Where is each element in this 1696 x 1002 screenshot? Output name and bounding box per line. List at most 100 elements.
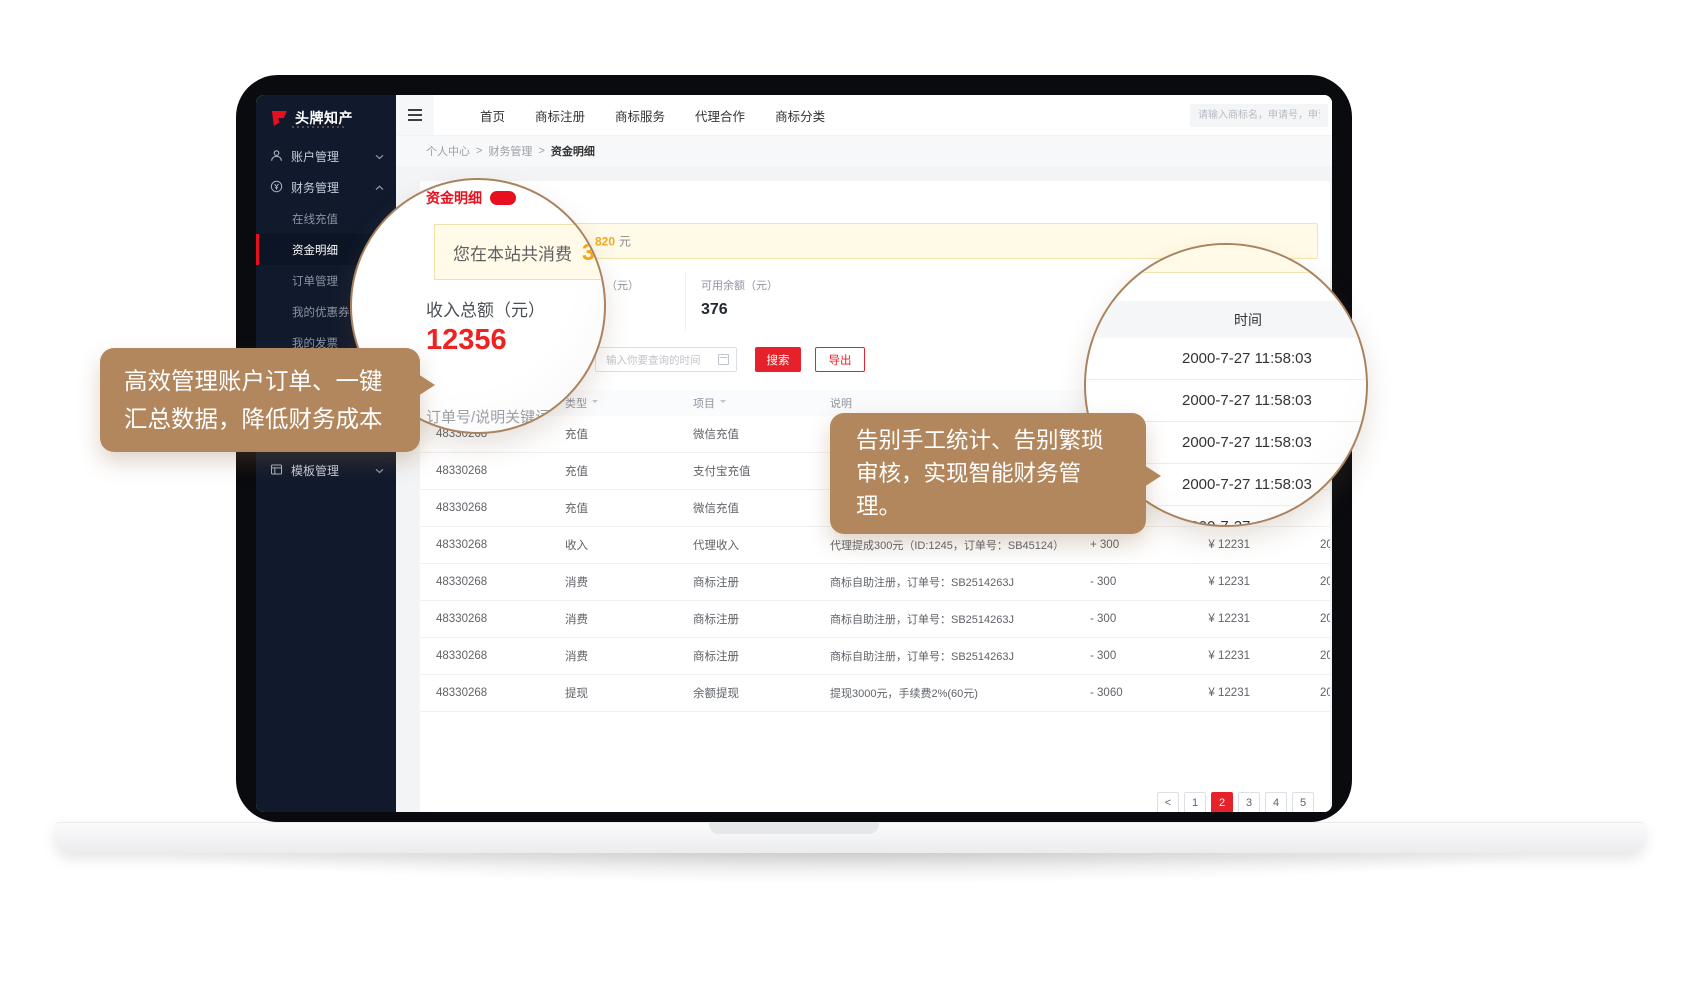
- pagination-page-button[interactable]: 4: [1265, 792, 1287, 812]
- lens-column-header: 订单号/说明关键词: [426, 406, 550, 427]
- cell-time: 2000-7-27 11:58:03: [1320, 613, 1330, 625]
- breadcrumb: 个人中心>财务管理>资金明细: [396, 136, 1332, 166]
- lens-income-value: 12356: [426, 324, 507, 357]
- marketing-canvas: 头牌知产 账户管理财务管理在线充值资金明细订单管理我的优惠券我的发票模板管理 首…: [0, 0, 1696, 1002]
- cell-order: 48330268: [436, 687, 565, 699]
- callout-right: 告别手工统计、告别繁琐审核，实现智能财务管理。: [830, 413, 1146, 534]
- stat-balance-value: 376: [701, 301, 778, 319]
- lens-banner-strip: [1086, 245, 1366, 273]
- cell-order: 48330268: [436, 502, 565, 514]
- brand-logo[interactable]: 头牌知产: [256, 95, 396, 141]
- cell-time: 2000-7-27 11:58:03: [1320, 687, 1330, 699]
- cell-type: 消费: [565, 648, 693, 664]
- cell-time: 2000-7-27 11:58:03: [1320, 650, 1330, 662]
- cell-order: 48330268: [436, 539, 565, 551]
- banner-tail-unit: 元: [619, 235, 631, 249]
- breadcrumb-item[interactable]: 个人中心: [426, 143, 470, 159]
- laptop-hinge-notch: [709, 823, 879, 834]
- cell-amount: - 300: [1090, 576, 1170, 588]
- menu-icon[interactable]: [396, 95, 434, 135]
- table-row: 48330268消费商标注册商标自助注册，订单号：SB2514263J- 300…: [420, 601, 1330, 638]
- brand-logo-icon: [269, 110, 288, 127]
- cell-project: 余额提现: [693, 685, 830, 701]
- lens-banner: 您在本站共消费 32124: [434, 224, 606, 280]
- nav-item[interactable]: 首页: [480, 106, 505, 125]
- tab-funds-detail[interactable]: 资金明细: [426, 188, 482, 208]
- header-type[interactable]: 类型: [565, 395, 693, 411]
- finance-icon: [270, 180, 283, 196]
- table-row: 48330268消费商标注册商标自助注册，订单号：SB2514263J- 300…: [420, 638, 1330, 675]
- brand-name: 头牌知产: [295, 108, 353, 128]
- sidebar-item-account[interactable]: 账户管理: [256, 141, 396, 172]
- cell-project: 代理收入: [693, 537, 830, 553]
- calendar-icon: [718, 354, 729, 365]
- cell-desc: 商标自助注册，订单号：SB2514263J: [830, 611, 1090, 627]
- sidebar-item-label: 财务管理: [291, 179, 339, 196]
- sidebar-item-finance[interactable]: 财务管理: [256, 172, 396, 203]
- cell-balance: ¥ 12231: [1170, 539, 1250, 551]
- breadcrumb-item[interactable]: 财务管理: [488, 143, 532, 159]
- cell-desc: 商标自助注册，订单号：SB2514263J: [830, 648, 1090, 664]
- date-range-input[interactable]: 输入你要查询的时间: [595, 347, 737, 372]
- cell-type: 充值: [565, 426, 693, 442]
- search-button[interactable]: 搜索: [755, 347, 801, 372]
- table-row: 48330268消费商标注册商标自助注册，订单号：SB2514263J- 300…: [420, 564, 1330, 601]
- nav-item[interactable]: 商标分类: [775, 106, 825, 125]
- pagination-prev-button[interactable]: <: [1157, 792, 1179, 812]
- cell-amount: + 300: [1090, 539, 1170, 551]
- callout-right-text: 告别手工统计、告别繁琐审核，实现智能财务管理。: [856, 424, 1120, 523]
- cell-type: 充值: [565, 463, 693, 479]
- lens-time-header-label: 时间: [1234, 310, 1262, 330]
- cell-type: 消费: [565, 611, 693, 627]
- header-project[interactable]: 项目: [693, 395, 830, 411]
- laptop-base: [55, 822, 1645, 853]
- lens-income-label: 收入总额（元）: [426, 296, 545, 321]
- trademark-search-input[interactable]: [1190, 104, 1328, 127]
- pagination-page-button[interactable]: 3: [1238, 792, 1260, 812]
- table-row: 48330268提现余额提现提现3000元，手续费2%(60元)- 3060¥ …: [420, 675, 1330, 712]
- export-button[interactable]: 导出: [815, 347, 865, 372]
- pagination-page-button[interactable]: 2: [1211, 792, 1233, 812]
- pagination-page-button[interactable]: 1: [1184, 792, 1206, 812]
- cell-balance: ¥ 12231: [1170, 613, 1250, 625]
- nav-item[interactable]: 代理合作: [695, 106, 745, 125]
- cell-desc: 提现3000元，手续费2%(60元): [830, 685, 1090, 701]
- lens-time-header: 时间: [1086, 301, 1366, 338]
- cell-balance: ¥ 12231: [1170, 650, 1250, 662]
- cell-balance: ¥ 12231: [1170, 687, 1250, 699]
- cell-project: 微信充值: [693, 426, 830, 442]
- pagination-page-button[interactable]: 5: [1292, 792, 1314, 812]
- pagination: <12345: [1157, 792, 1314, 812]
- topnav: 首页 商标注册 商标服务 代理合作 商标分类: [396, 95, 1332, 136]
- template-icon: [270, 463, 283, 479]
- sidebar: 头牌知产 账户管理财务管理在线充值资金明细订单管理我的优惠券我的发票模板管理: [256, 95, 396, 812]
- cell-amount: - 300: [1090, 650, 1170, 662]
- cell-project: 商标注册: [693, 574, 830, 590]
- date-placeholder: 输入你要查询的时间: [606, 352, 701, 367]
- topnav-items: 首页 商标注册 商标服务 代理合作 商标分类: [434, 106, 825, 125]
- sort-caret-icon: [720, 400, 726, 406]
- sidebar-item-label: 账户管理: [291, 148, 339, 165]
- cell-desc: 商标自助注册，订单号：SB2514263J: [830, 574, 1090, 590]
- nav-item[interactable]: 商标服务: [615, 106, 665, 125]
- breadcrumb-separator: >: [538, 145, 544, 157]
- cell-amount: - 3060: [1090, 687, 1170, 699]
- cell-type: 充值: [565, 500, 693, 516]
- chevron-up-icon: [375, 185, 384, 191]
- callout-left-text: 高效管理账户订单、一键汇总数据，降低财务成本: [124, 362, 396, 438]
- sidebar-item-label: 模板管理: [291, 462, 339, 479]
- lens-time-row: 2000-7-27 11:58:03: [1086, 338, 1366, 380]
- lens-tabbar: 资金明细: [426, 188, 516, 208]
- sort-caret-icon: [592, 400, 598, 406]
- stat-balance: 可用余额（元） 376: [685, 273, 778, 331]
- user-icon: [270, 149, 283, 165]
- sidebar-item-template[interactable]: 模板管理: [256, 455, 396, 486]
- nav-item[interactable]: 商标注册: [535, 106, 585, 125]
- cell-amount: - 300: [1090, 613, 1170, 625]
- cell-project: 微信充值: [693, 500, 830, 516]
- cell-type: 收入: [565, 537, 693, 553]
- lens-banner-prefix: 您在本站共消费: [453, 240, 572, 265]
- callout-left: 高效管理账户订单、一键汇总数据，降低财务成本: [100, 348, 420, 452]
- cell-order: 48330268: [436, 465, 565, 477]
- cell-time: 2000-7-27 11:58:03: [1320, 539, 1330, 551]
